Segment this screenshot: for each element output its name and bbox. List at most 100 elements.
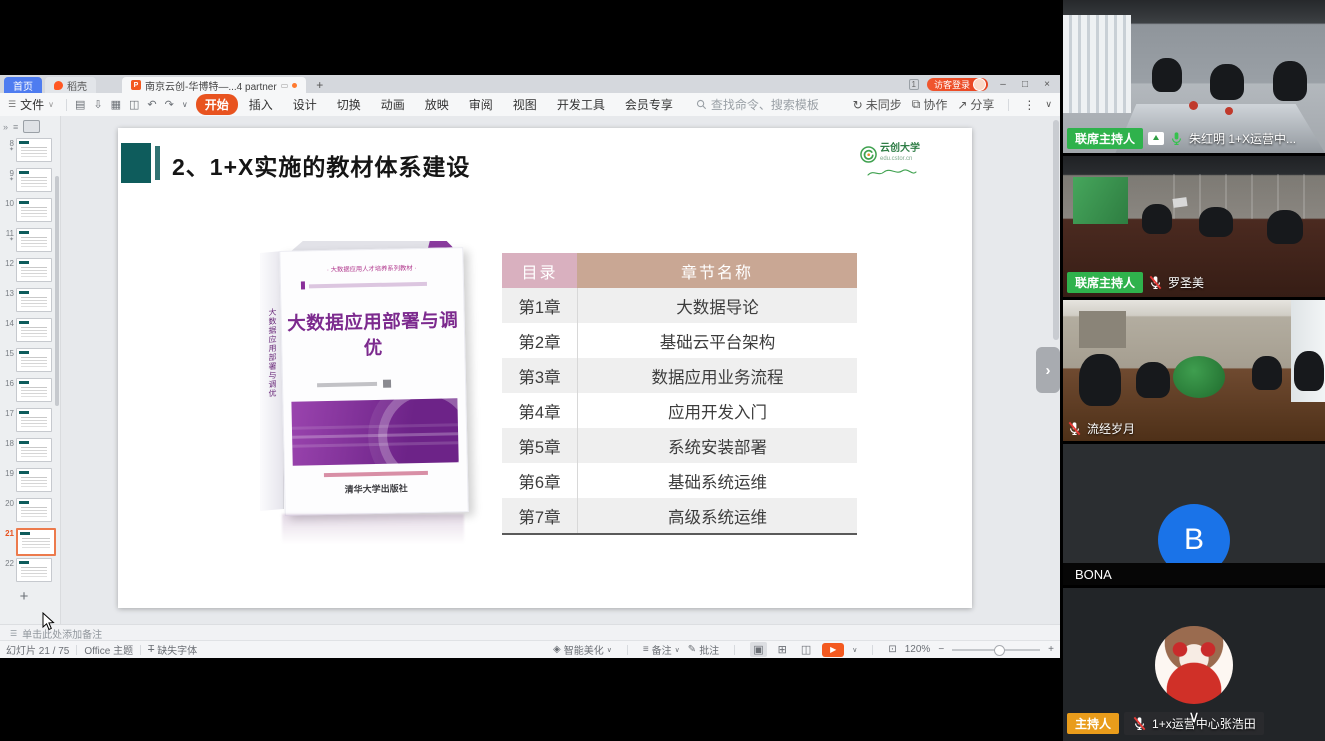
tab-home[interactable]: 首页 (4, 77, 42, 93)
export-icon[interactable]: ⇩ (89, 98, 106, 111)
theme-label[interactable]: Office 主题 (84, 642, 133, 657)
window-count-badge[interactable]: 1 (909, 79, 919, 90)
avatar (973, 78, 986, 91)
menu-item[interactable]: 会员专享 (616, 94, 682, 115)
collaborate-button[interactable]: ⧉协作 (912, 96, 948, 113)
redo-icon[interactable]: ↷ (161, 98, 178, 111)
slide-thumbnail[interactable]: 9✦ (0, 168, 60, 192)
slide-thumbnail[interactable]: 11✦ (0, 228, 60, 252)
canvas-scrollbar[interactable] (1053, 120, 1059, 340)
print-icon[interactable]: ▦ (107, 98, 125, 111)
mic-muted-icon (1132, 716, 1147, 731)
slide-thumbnail[interactable]: 21✦ (0, 528, 60, 552)
reading-view-button[interactable]: ◫ (798, 642, 814, 657)
slide-thumbnail[interactable]: 8✦ (0, 138, 60, 162)
print-preview-icon[interactable]: ◫ (125, 98, 143, 111)
logo-name: 云创大学 (880, 144, 920, 154)
slide-canvas[interactable]: 2、1+X实施的教材体系建设 云创大学 edu.cstor.cn (118, 128, 972, 608)
menu-item[interactable]: 开始 (196, 94, 238, 115)
notes-bar[interactable]: ☰ 单击此处添加备注 (0, 624, 1060, 641)
slide-thumbnail[interactable]: 12✦ (0, 258, 60, 282)
slide-thumbnail[interactable]: 19✦ (0, 468, 60, 492)
video-panel-4[interactable]: B BONA (1063, 444, 1325, 585)
table-row: 第1章 大数据导论 (502, 288, 857, 323)
undo-icon[interactable]: ↶ (143, 98, 160, 111)
ribbon-collapse-icon[interactable]: ∨ (1045, 99, 1052, 110)
zoom-slider[interactable] (952, 649, 1040, 651)
thumbnail-number: 15 (5, 349, 14, 358)
logo-signature-icon (866, 167, 918, 179)
play-options-icon[interactable]: ∨ (852, 646, 857, 654)
book-subtitle-bar (301, 281, 305, 289)
tab-docer[interactable]: 稻壳 (45, 77, 96, 93)
slide-thumbnail[interactable]: 10✦ (0, 198, 60, 222)
chapter-name-cell: 高级系统运维 (577, 498, 857, 533)
video-panel-2[interactable]: 联席主持人 罗圣美 (1063, 156, 1325, 297)
zoom-slider-knob[interactable] (994, 645, 1005, 656)
slide-thumbnail[interactable]: 20✦ (0, 498, 60, 522)
menu-item[interactable]: 切换 (328, 94, 370, 115)
menu-item[interactable]: 开发工具 (548, 94, 614, 115)
menu-item[interactable]: 放映 (416, 94, 458, 115)
chapter-table[interactable]: 目录 章节名称 第1章 大数据导论 (502, 253, 857, 535)
title-accent-square (121, 143, 151, 183)
missing-font-icon: T (148, 644, 154, 655)
maximize-button[interactable]: □ (1018, 79, 1032, 90)
tab-document[interactable]: P 南京云创-华博特—...4 partner ▭ (122, 77, 306, 93)
outline-view-icon[interactable]: ≡ (13, 122, 18, 132)
missing-font-label[interactable]: 缺失字体 (157, 642, 197, 657)
zoom-in-button[interactable]: + (1048, 644, 1054, 655)
host-badge: 主持人 (1067, 713, 1119, 734)
slideshow-play-button[interactable]: ▶ (822, 643, 844, 657)
panel-collapse-icon[interactable]: » (3, 122, 8, 132)
zoom-out-button[interactable]: − (938, 644, 944, 655)
menu-item[interactable]: 审阅 (460, 94, 502, 115)
sync-status[interactable]: ↻未同步 (853, 96, 902, 113)
thumbnail-preview (16, 258, 52, 282)
menu-item[interactable]: 设计 (284, 94, 326, 115)
video-panel-3[interactable]: 流经岁月 (1063, 300, 1325, 441)
share-button[interactable]: ↗分享 (957, 96, 994, 113)
participant-figure (1273, 61, 1307, 101)
slide-thumbnail[interactable]: 18✦ (0, 438, 60, 462)
slide-thumbnail[interactable]: 15✦ (0, 348, 60, 372)
thumbnail-preview (16, 408, 52, 432)
search-placeholder: 查找命令、搜索模板 (711, 96, 819, 113)
toolbar-collapse-icon[interactable]: ∨ (178, 100, 192, 109)
new-tab-button[interactable]: + (316, 77, 323, 93)
glass-wall (1173, 174, 1325, 219)
zoom-level[interactable]: 120% (905, 644, 931, 655)
comments-button[interactable]: ✎批注 (688, 642, 719, 657)
book-image[interactable]: 大数据应用部署与调优 · 大数据应用人才培养系列教材 · 大数据应用部署与调优 … (255, 236, 495, 546)
fit-window-icon[interactable]: ⊡ (888, 644, 896, 655)
beautify-button[interactable]: ◈智能美化∨ (553, 642, 612, 657)
sidebar-expand-button[interactable]: › (1036, 347, 1060, 393)
menu-item[interactable]: 视图 (504, 94, 546, 115)
thumbnail-scrollbar[interactable] (55, 176, 59, 406)
menu-item[interactable]: 插入 (240, 94, 282, 115)
collapse-videos-button[interactable]: ∨ (1188, 707, 1200, 727)
slide-view-icon[interactable] (23, 120, 40, 133)
slide-thumbnail[interactable]: 16✦ (0, 378, 60, 402)
guest-login-button[interactable]: 访客登录 (927, 78, 988, 91)
slide-thumbnail[interactable]: 22✦ (0, 558, 60, 582)
notes-icon: ≡ (643, 644, 649, 655)
video-panel-5[interactable]: 主持人 1+x运营中心张浩田 ∨ (1063, 588, 1325, 741)
normal-view-button[interactable]: ▣ (750, 642, 766, 657)
command-search[interactable]: 查找命令、搜索模板 (696, 96, 819, 113)
add-slide-button[interactable]: + (0, 588, 48, 605)
slide-sorter-view-button[interactable]: ⊞ (775, 642, 790, 657)
thumbnail-preview (16, 228, 52, 252)
slide-thumbnail[interactable]: 13✦ (0, 288, 60, 312)
menu-item[interactable]: 动画 (372, 94, 414, 115)
speaker-notes-button[interactable]: ≡备注∨ (643, 642, 680, 657)
minimize-button[interactable]: – (996, 79, 1010, 90)
close-button[interactable]: × (1040, 79, 1054, 90)
divider (734, 645, 735, 655)
save-icon[interactable]: ▤ (71, 98, 89, 111)
video-panel-1[interactable]: 联席主持人 朱红明 1+X运营中... (1063, 0, 1325, 153)
slide-thumbnail[interactable]: 14✦ (0, 318, 60, 342)
file-menu-button[interactable]: ☰ 文件 ∨ (0, 96, 62, 113)
more-icon[interactable]: ⋮ (1023, 98, 1035, 112)
slide-thumbnail[interactable]: 17✦ (0, 408, 60, 432)
